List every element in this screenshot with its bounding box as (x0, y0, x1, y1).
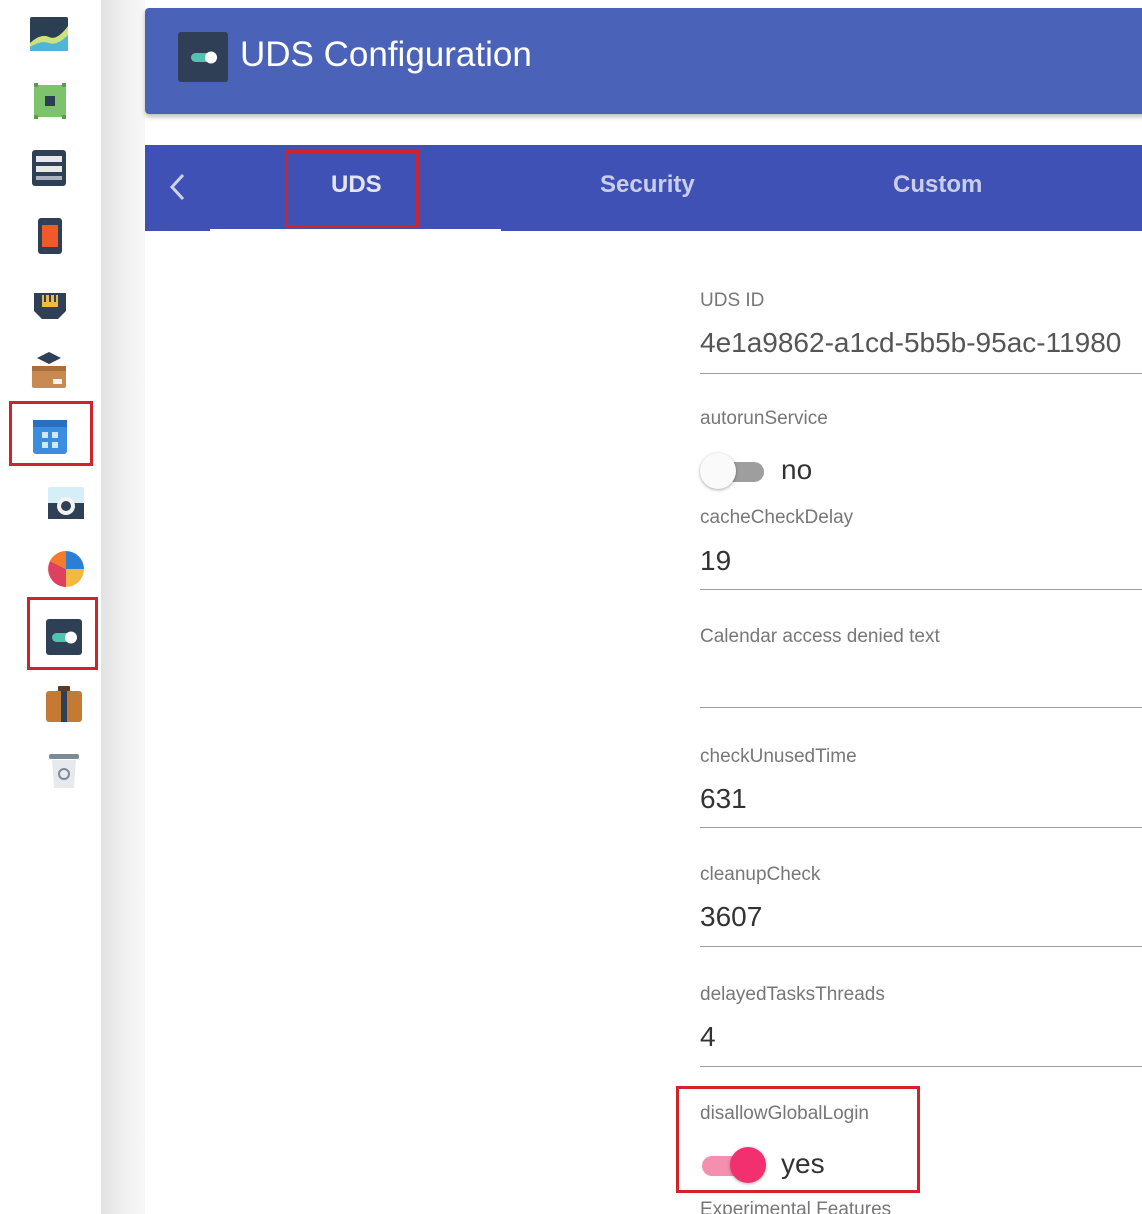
cleanup-check-field[interactable]: cleanupCheck 3607 (700, 864, 1142, 949)
calendar-denied-text-field[interactable]: Calendar access denied text (700, 626, 1142, 711)
device-icon[interactable] (30, 216, 70, 256)
toggle-highlight-box (27, 597, 98, 670)
server-icon[interactable] (29, 148, 69, 188)
sidebar-shadow (101, 0, 145, 1214)
uds-id-value[interactable]: 4e1a9862-a1cd-5b5b-95ac-11980 (700, 327, 1121, 359)
chevron-left-icon[interactable] (165, 169, 189, 205)
camera-icon[interactable] (46, 483, 86, 523)
page-header: UDS Configuration (145, 8, 1142, 114)
toggle-knob (700, 453, 736, 489)
trash-icon[interactable] (44, 750, 84, 790)
package-icon[interactable] (29, 350, 69, 390)
uds-id-field[interactable]: UDS ID 4e1a9862-a1cd-5b5b-95ac-11980 (700, 290, 1142, 375)
delayed-tasks-threads-underline (700, 1066, 1142, 1067)
cache-check-delay-label: cacheCheckDelay (700, 507, 854, 528)
active-tab-indicator (210, 229, 501, 232)
check-unused-time-value[interactable]: 631 (700, 783, 747, 815)
network-port-icon[interactable] (30, 285, 70, 325)
disallow-global-login-highlight-box (676, 1086, 920, 1193)
calendar-highlight-box (9, 401, 93, 466)
briefcase-icon[interactable] (44, 684, 84, 724)
autorun-service-state: no (781, 454, 813, 485)
chip-icon[interactable] (30, 81, 70, 121)
delayed-tasks-threads-label: delayedTasksThreads (700, 984, 885, 1005)
delayed-tasks-threads-field[interactable]: delayedTasksThreads 4 (700, 984, 1142, 1069)
autorun-service-field: autorunService no (700, 408, 1142, 493)
autorun-service-toggle[interactable] (700, 453, 766, 489)
autorun-service-label: autorunService (700, 408, 828, 429)
calendar-denied-text-underline (700, 707, 1142, 708)
tab-custom[interactable]: Custom (893, 171, 982, 199)
pie-chart-icon[interactable] (46, 549, 86, 589)
page-title: UDS Configuration (240, 35, 532, 74)
cache-check-delay-underline (700, 589, 1142, 590)
cache-check-delay-field[interactable]: cacheCheckDelay 19 (700, 507, 1142, 592)
app-sidebar (0, 0, 102, 1214)
experimental-features-field: Experimental Features (700, 1199, 1142, 1214)
app-window: UDS Configuration UDS Security Custom UD… (0, 0, 1142, 1214)
calendar-denied-text-label: Calendar access denied text (700, 626, 940, 647)
uds-id-underline (700, 373, 1142, 374)
uds-id-label: UDS ID (700, 290, 765, 311)
chart-icon[interactable] (29, 14, 69, 54)
check-unused-time-label: checkUnusedTime (700, 746, 857, 767)
check-unused-time-underline (700, 827, 1142, 828)
tab-security[interactable]: Security (600, 171, 695, 199)
header-toggle-icon (178, 32, 228, 82)
uds-tab-highlight-box (285, 150, 419, 228)
cache-check-delay-value[interactable]: 19 (700, 545, 731, 577)
experimental-features-label: Experimental Features (700, 1199, 892, 1214)
cleanup-check-value[interactable]: 3607 (700, 901, 762, 933)
check-unused-time-field[interactable]: checkUnusedTime 631 (700, 746, 1142, 831)
cleanup-check-underline (700, 946, 1142, 947)
delayed-tasks-threads-value[interactable]: 4 (700, 1021, 716, 1053)
cleanup-check-label: cleanupCheck (700, 864, 821, 885)
